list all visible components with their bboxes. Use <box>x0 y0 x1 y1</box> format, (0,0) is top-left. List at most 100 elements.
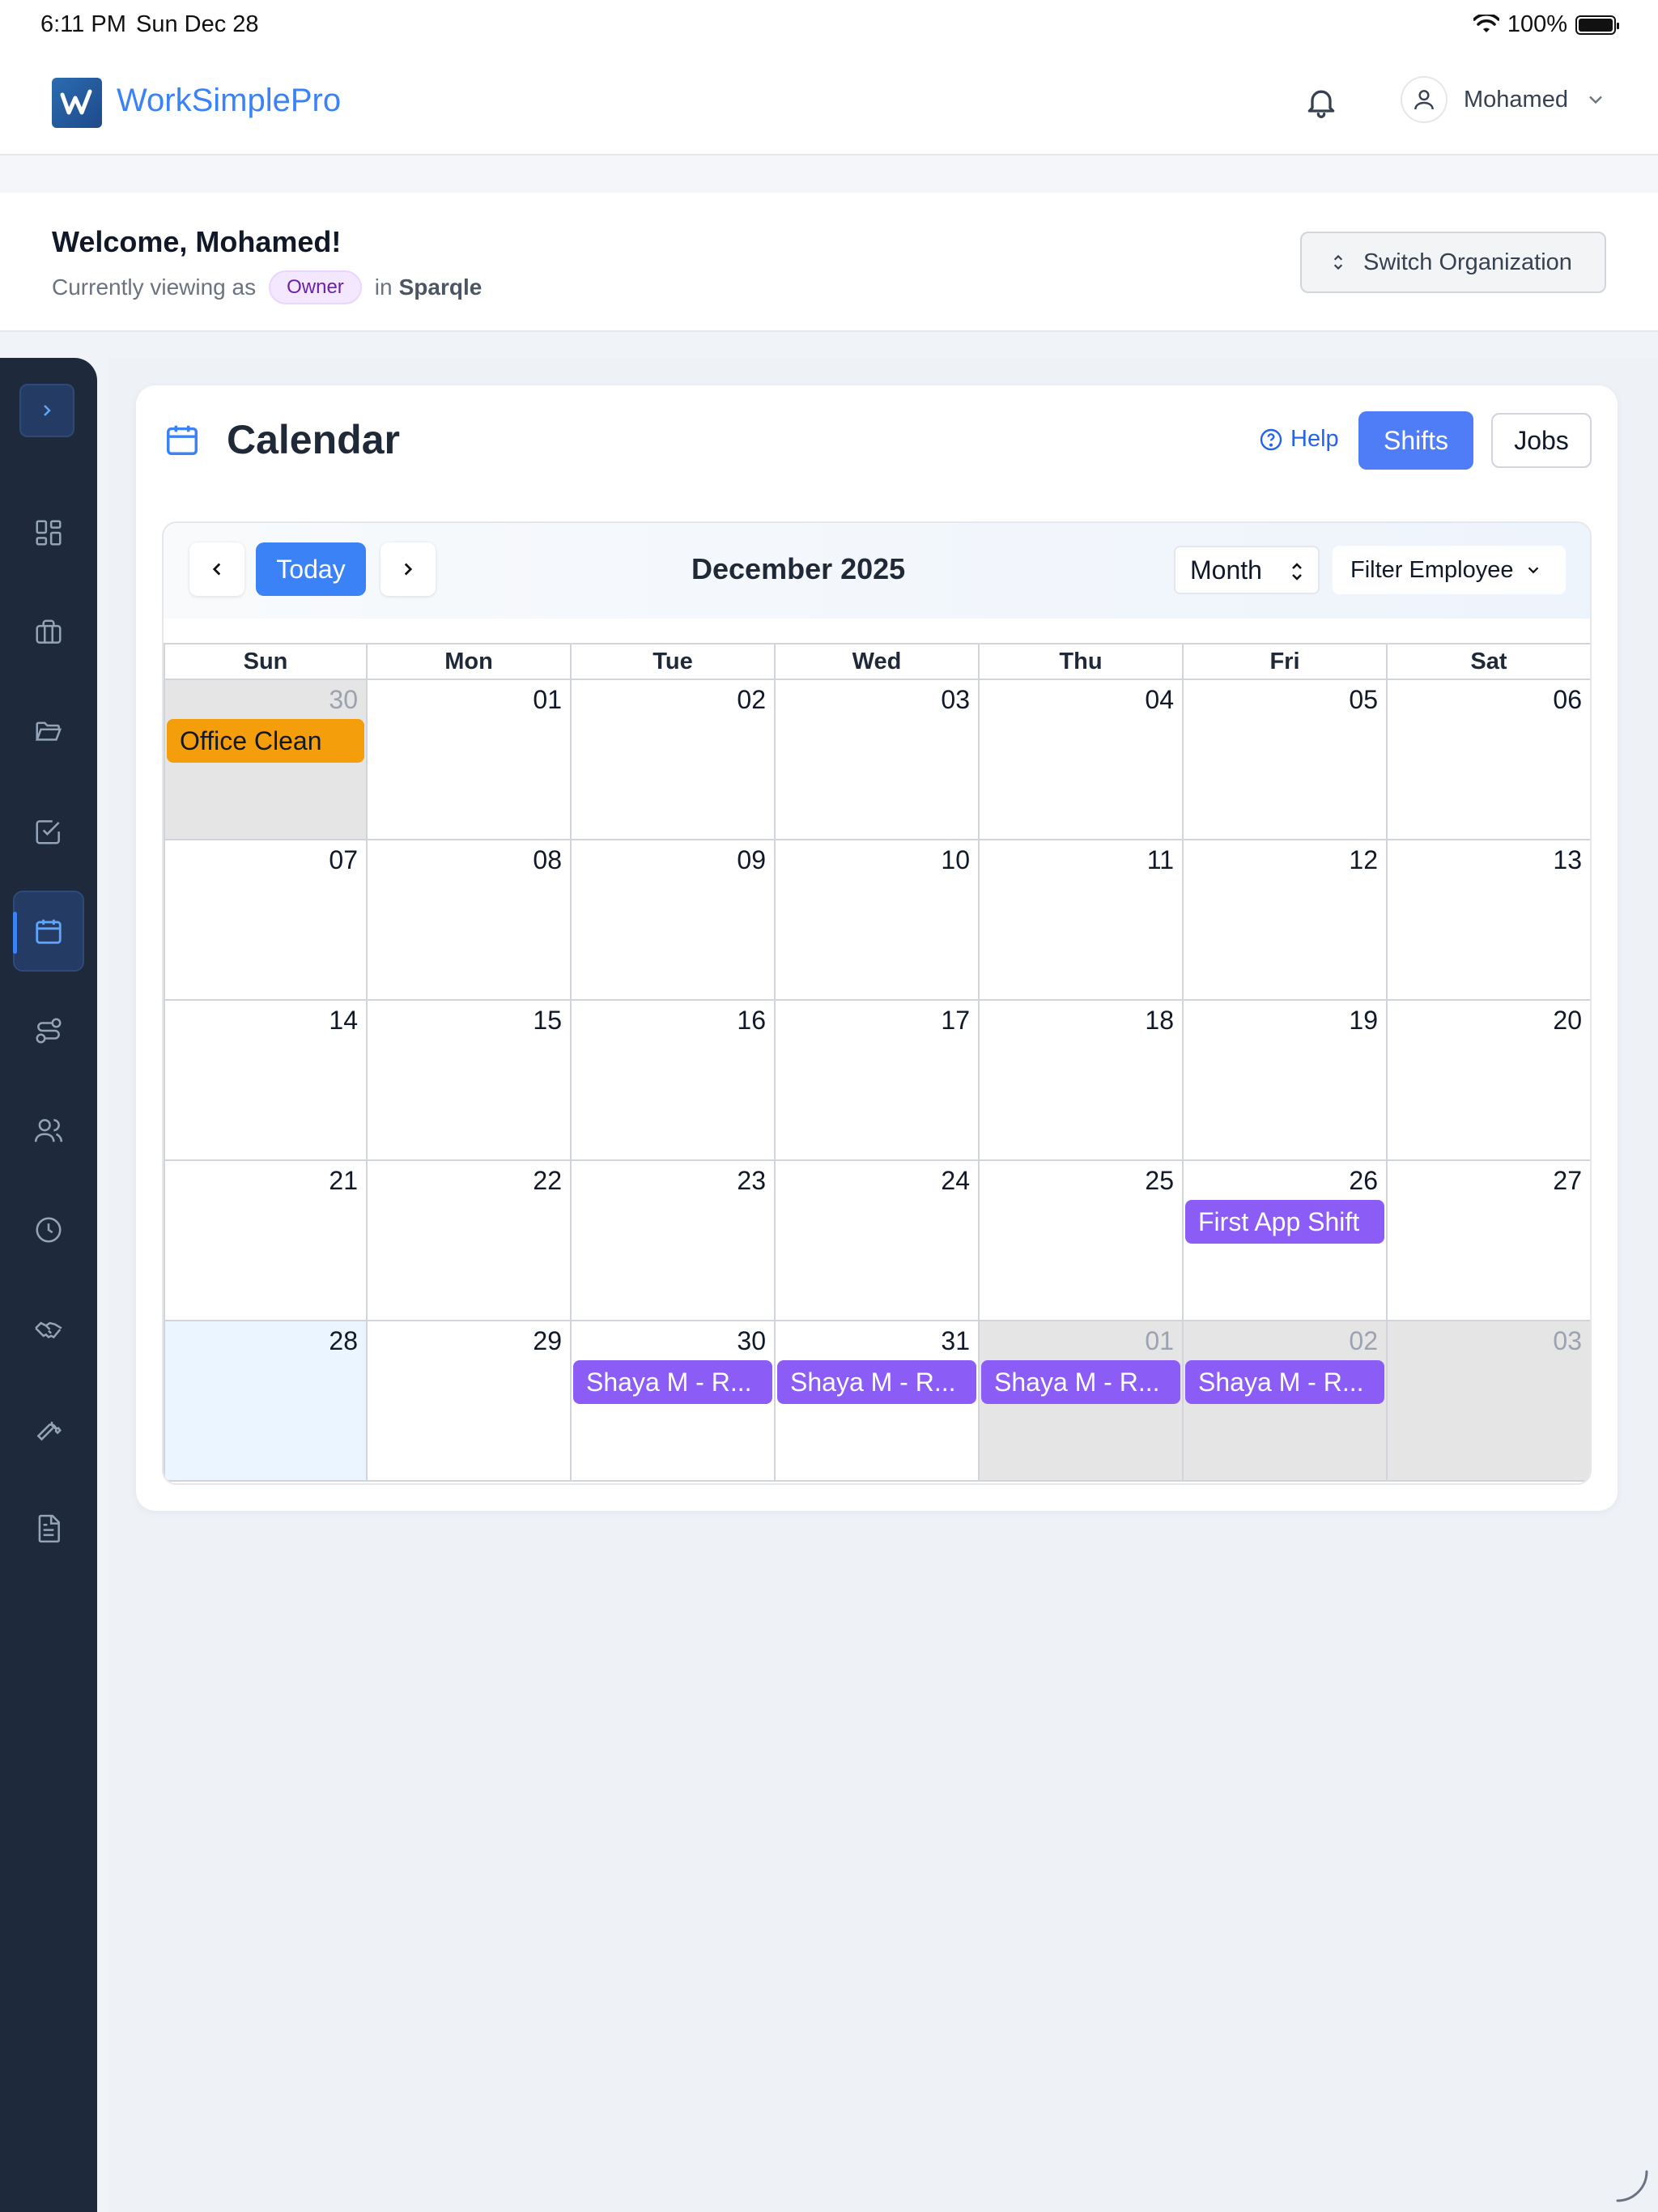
day-number[interactable]: 09 <box>737 845 766 875</box>
sidebar-item-jobs[interactable] <box>13 592 84 673</box>
day-cell[interactable]: 04 <box>980 680 1184 839</box>
day-number[interactable]: 18 <box>1145 1006 1174 1036</box>
day-cell[interactable]: 03 <box>776 680 980 839</box>
day-cell[interactable]: 24 <box>776 1161 980 1320</box>
day-number[interactable]: 10 <box>941 845 970 875</box>
user-menu[interactable]: Mohamed <box>1401 76 1607 123</box>
calendar-event[interactable]: Shaya M - R... <box>1185 1360 1384 1404</box>
day-cell[interactable]: 07 <box>164 840 368 999</box>
day-number[interactable]: 11 <box>1147 845 1174 875</box>
day-number[interactable]: 30 <box>329 685 358 715</box>
day-cell[interactable]: 22 <box>368 1161 572 1320</box>
day-number[interactable]: 30 <box>737 1326 766 1356</box>
day-cell[interactable]: 16 <box>572 1001 776 1159</box>
view-select[interactable]: Month <box>1174 546 1320 594</box>
sidebar-item-workflows[interactable] <box>13 990 84 1071</box>
day-cell[interactable]: 01 <box>368 680 572 839</box>
shifts-button[interactable]: Shifts <box>1358 411 1473 470</box>
day-cell[interactable]: 13 <box>1388 840 1590 999</box>
day-number[interactable]: 24 <box>941 1166 970 1196</box>
today-button[interactable]: Today <box>256 542 366 596</box>
day-number[interactable]: 02 <box>737 685 766 715</box>
day-cell[interactable]: 30 Shaya M - R... <box>572 1321 776 1480</box>
calendar-event[interactable]: Office Clean <box>167 719 364 763</box>
day-number[interactable]: 26 <box>1349 1166 1378 1196</box>
day-number[interactable]: 04 <box>1145 685 1174 715</box>
help-link[interactable]: Help <box>1258 426 1339 453</box>
day-number[interactable]: 03 <box>941 685 970 715</box>
day-cell[interactable]: 20 <box>1388 1001 1590 1159</box>
day-cell[interactable]: 11 <box>980 840 1184 999</box>
next-month-button[interactable] <box>380 542 436 596</box>
day-cell[interactable]: 02 Shaya M - R... <box>1184 1321 1388 1480</box>
sidebar-item-clients[interactable] <box>13 1289 84 1370</box>
sidebar-item-documents[interactable] <box>13 1488 84 1569</box>
day-cell[interactable]: 27 <box>1388 1161 1590 1320</box>
day-cell[interactable]: 31 Shaya M - R... <box>776 1321 980 1480</box>
prev-month-button[interactable] <box>189 542 244 596</box>
day-number[interactable]: 22 <box>533 1166 562 1196</box>
sidebar-item-timesheets[interactable] <box>13 1189 84 1270</box>
day-number[interactable]: 01 <box>1145 1326 1174 1356</box>
sidebar-item-files[interactable] <box>13 691 84 772</box>
day-cell[interactable]: 23 <box>572 1161 776 1320</box>
day-cell[interactable]: 05 <box>1184 680 1388 839</box>
brand-name[interactable]: WorkSimplePro <box>117 83 341 119</box>
calendar-event[interactable]: First App Shift <box>1185 1200 1384 1244</box>
sidebar-item-dashboard[interactable] <box>13 492 84 573</box>
jobs-button[interactable]: Jobs <box>1491 413 1592 468</box>
day-cell[interactable]: 01 Shaya M - R... <box>980 1321 1184 1480</box>
day-cell[interactable]: 30 Office Clean <box>164 680 368 839</box>
day-number[interactable]: 06 <box>1553 685 1582 715</box>
logo-icon[interactable] <box>52 78 102 128</box>
day-cell[interactable]: 10 <box>776 840 980 999</box>
day-number[interactable]: 02 <box>1349 1326 1378 1356</box>
switch-organization-button[interactable]: Switch Organization <box>1300 232 1606 293</box>
notification-bell-icon[interactable] <box>1303 84 1339 120</box>
day-number[interactable]: 13 <box>1553 845 1582 875</box>
day-cell[interactable]: 14 <box>164 1001 368 1159</box>
calendar-event[interactable]: Shaya M - R... <box>777 1360 976 1404</box>
day-cell[interactable]: 19 <box>1184 1001 1388 1159</box>
day-cell[interactable]: 06 <box>1388 680 1590 839</box>
day-cell-today[interactable]: 28 <box>164 1321 368 1480</box>
sidebar-item-team[interactable] <box>13 1090 84 1171</box>
sidebar-item-calendar[interactable] <box>13 891 84 972</box>
day-number[interactable]: 20 <box>1553 1006 1582 1036</box>
day-cell[interactable]: 29 <box>368 1321 572 1480</box>
day-cell[interactable]: 21 <box>164 1161 368 1320</box>
sidebar-item-tools[interactable] <box>13 1389 84 1470</box>
day-cell[interactable]: 09 <box>572 840 776 999</box>
day-number[interactable]: 27 <box>1553 1166 1582 1196</box>
sidebar-item-tasks[interactable] <box>13 791 84 872</box>
day-number[interactable]: 31 <box>941 1326 970 1356</box>
day-number[interactable]: 28 <box>329 1326 358 1356</box>
day-number[interactable]: 14 <box>329 1006 358 1036</box>
day-number[interactable]: 01 <box>533 685 562 715</box>
day-number[interactable]: 05 <box>1349 685 1378 715</box>
day-cell[interactable]: 18 <box>980 1001 1184 1159</box>
filter-employee-button[interactable]: Filter Employee <box>1333 546 1566 594</box>
day-number[interactable]: 23 <box>737 1166 766 1196</box>
day-number[interactable]: 19 <box>1349 1006 1378 1036</box>
day-cell[interactable]: 15 <box>368 1001 572 1159</box>
day-cell[interactable]: 25 <box>980 1161 1184 1320</box>
day-number[interactable]: 07 <box>329 845 358 875</box>
day-number[interactable]: 03 <box>1553 1326 1582 1356</box>
day-number[interactable]: 29 <box>533 1326 562 1356</box>
day-number[interactable]: 12 <box>1349 845 1378 875</box>
day-cell[interactable]: 17 <box>776 1001 980 1159</box>
day-cell[interactable]: 26 First App Shift <box>1184 1161 1388 1320</box>
day-cell[interactable]: 12 <box>1184 840 1388 999</box>
day-number[interactable]: 17 <box>941 1006 970 1036</box>
sidebar-toggle-button[interactable] <box>19 384 74 437</box>
day-number[interactable]: 25 <box>1145 1166 1174 1196</box>
calendar-event[interactable]: Shaya M - R... <box>981 1360 1180 1404</box>
day-cell[interactable]: 02 <box>572 680 776 839</box>
day-number[interactable]: 21 <box>329 1166 358 1196</box>
day-cell[interactable]: 03 <box>1388 1321 1590 1480</box>
day-number[interactable]: 08 <box>533 845 562 875</box>
day-number[interactable]: 16 <box>737 1006 766 1036</box>
day-cell[interactable]: 08 <box>368 840 572 999</box>
day-number[interactable]: 15 <box>533 1006 562 1036</box>
